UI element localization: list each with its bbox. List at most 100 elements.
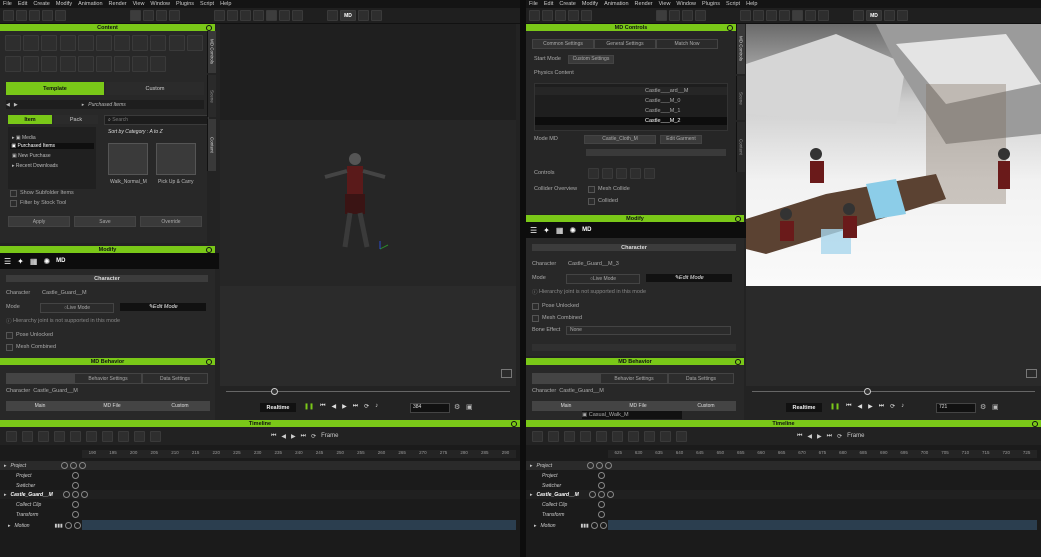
eye-icon[interactable] (54, 430, 65, 442)
gear-icon[interactable]: ✺ (43, 257, 50, 266)
menu-render[interactable]: Render (635, 1, 653, 7)
menu-plugins[interactable]: Plugins (176, 1, 194, 7)
lock-icon[interactable] (805, 10, 816, 21)
pause-icon[interactable]: ❚❚ (304, 403, 314, 410)
track-transform[interactable]: Transform (526, 510, 1041, 519)
tl-tool-icon[interactable] (134, 430, 145, 442)
motion-icon[interactable]: ✦ (543, 226, 550, 235)
skip-start-icon[interactable]: ⏮ (846, 403, 851, 410)
tl-skip-end-icon[interactable]: ⏭ (301, 433, 306, 440)
category-icon[interactable] (5, 56, 21, 72)
apply-button[interactable]: Apply (8, 216, 70, 227)
menu-window[interactable]: Window (676, 1, 696, 7)
tl-tool-icon[interactable] (38, 430, 49, 442)
settings-icon[interactable]: ⚙ (980, 403, 986, 411)
edit-mode-button[interactable]: ✎ Edit Mode (120, 303, 206, 311)
shading-icon[interactable] (292, 10, 303, 21)
menu-plugins[interactable]: Plugins (702, 1, 720, 7)
vtab-content[interactable]: Content (736, 122, 745, 172)
vtab-scene[interactable]: Scene (207, 75, 216, 117)
gear-icon[interactable]: ✺ (569, 226, 576, 235)
menu-view[interactable]: View (133, 1, 145, 7)
vtab-md-controls[interactable]: MD Controls (207, 31, 216, 73)
tl-tool-icon[interactable] (6, 430, 17, 442)
fullscreen-icon[interactable]: ▣ (992, 403, 999, 411)
md-icon[interactable]: MD (582, 227, 591, 233)
pause-icon[interactable]: ❚❚ (830, 403, 840, 410)
tl-tool-icon[interactable] (118, 430, 129, 442)
track-character[interactable]: ▸ Castle_Guard__M (526, 490, 1041, 499)
behavior-tab-main[interactable] (532, 373, 600, 384)
track-project-header[interactable]: ▸ Project (0, 461, 520, 470)
category-icon[interactable] (150, 56, 167, 72)
light-icon[interactable] (227, 10, 238, 21)
override-button[interactable]: Override (140, 216, 202, 227)
tab-pack[interactable]: Pack (54, 115, 98, 124)
col-main[interactable]: Main (532, 401, 600, 411)
menu-modify[interactable]: Modify (582, 1, 598, 7)
category-icon[interactable] (59, 35, 76, 51)
motion-clip-bar[interactable] (608, 520, 1037, 530)
category-icon[interactable] (41, 56, 58, 72)
category-icon[interactable] (77, 56, 94, 72)
behavior-settings-tab[interactable]: Behavior Settings (74, 373, 142, 384)
checker-icon[interactable]: ▦ (556, 226, 564, 235)
scrubber-handle[interactable] (864, 388, 871, 395)
category-icon[interactable] (114, 35, 131, 51)
menu-create[interactable]: Create (559, 1, 576, 7)
breadcrumb-path[interactable]: Purchased Items (88, 102, 126, 108)
control-icon[interactable] (616, 167, 627, 179)
menu-edit[interactable]: Edit (18, 1, 27, 7)
vtab-content[interactable]: Content (207, 119, 216, 171)
option-show-subfolder[interactable]: Show Subfolder Items (10, 189, 74, 197)
track-transform[interactable]: Transform (0, 510, 520, 519)
thumbnail-pickup[interactable] (156, 143, 196, 175)
realtime-dropdown[interactable]: Realtime (260, 403, 296, 412)
vtab-md-controls[interactable]: MD Controls (736, 24, 745, 74)
sliders-icon[interactable]: ☰ (4, 257, 11, 266)
sound-icon[interactable]: ♪ (901, 403, 904, 410)
category-icon[interactable] (59, 56, 76, 72)
menu-view[interactable]: View (659, 1, 671, 7)
category-icon[interactable] (77, 35, 94, 51)
character-name-field[interactable]: Castle_Guard__M (42, 290, 87, 296)
edit-garment-button[interactable]: Edit Garment (660, 134, 702, 144)
category-icon[interactable] (168, 35, 185, 51)
track-switcher[interactable]: Switcher (0, 481, 520, 490)
select-tool-icon[interactable] (656, 10, 667, 21)
live-mode-button[interactable]: ○ Live Mode (40, 303, 114, 313)
prev-frame-icon[interactable]: ◀ (331, 403, 336, 410)
tl-loop-icon[interactable]: ⟳ (837, 433, 842, 440)
category-icon[interactable] (132, 56, 149, 72)
track-collect-clip[interactable]: Collect Clip (526, 500, 1041, 509)
settings-icon[interactable]: ⚙ (454, 403, 460, 411)
menu-file[interactable]: File (529, 1, 538, 7)
redo-icon[interactable] (581, 10, 592, 21)
col-main[interactable]: Main (6, 401, 74, 411)
open-project-icon[interactable] (16, 10, 27, 21)
data-settings-tab[interactable]: Data Settings (142, 373, 208, 384)
redo-icon[interactable] (55, 10, 66, 21)
shading-icon[interactable] (818, 10, 829, 21)
tl-tool-icon[interactable] (548, 430, 559, 442)
undo-icon[interactable] (568, 10, 579, 21)
up-arrow-icon[interactable]: ▸ (82, 102, 85, 108)
render-icon[interactable] (779, 10, 790, 21)
skip-start-icon[interactable]: ⏮ (320, 403, 325, 410)
tl-tool-icon[interactable] (70, 430, 81, 442)
md-file-dropdown[interactable]: Castle_Cloth_M (584, 134, 656, 144)
light-icon[interactable] (753, 10, 764, 21)
track-collect-clip[interactable]: Collect Clip (0, 500, 520, 509)
sound-icon[interactable]: ♪ (375, 403, 378, 410)
tl-tool-icon[interactable] (660, 430, 671, 442)
menu-script[interactable]: Script (726, 1, 740, 7)
scrubber-track[interactable] (226, 391, 510, 392)
gizmo-icon[interactable] (327, 10, 338, 21)
md-logo-icon[interactable]: MD (340, 10, 356, 21)
tab-item[interactable]: Item (8, 115, 52, 124)
tree-item-media[interactable]: ▸ ▣ Media (12, 135, 36, 141)
category-icon[interactable] (23, 56, 40, 72)
general-settings-tab[interactable]: General Settings (594, 39, 656, 49)
back-arrow-icon[interactable]: ◀ (6, 102, 10, 108)
grid-icon[interactable] (240, 10, 251, 21)
